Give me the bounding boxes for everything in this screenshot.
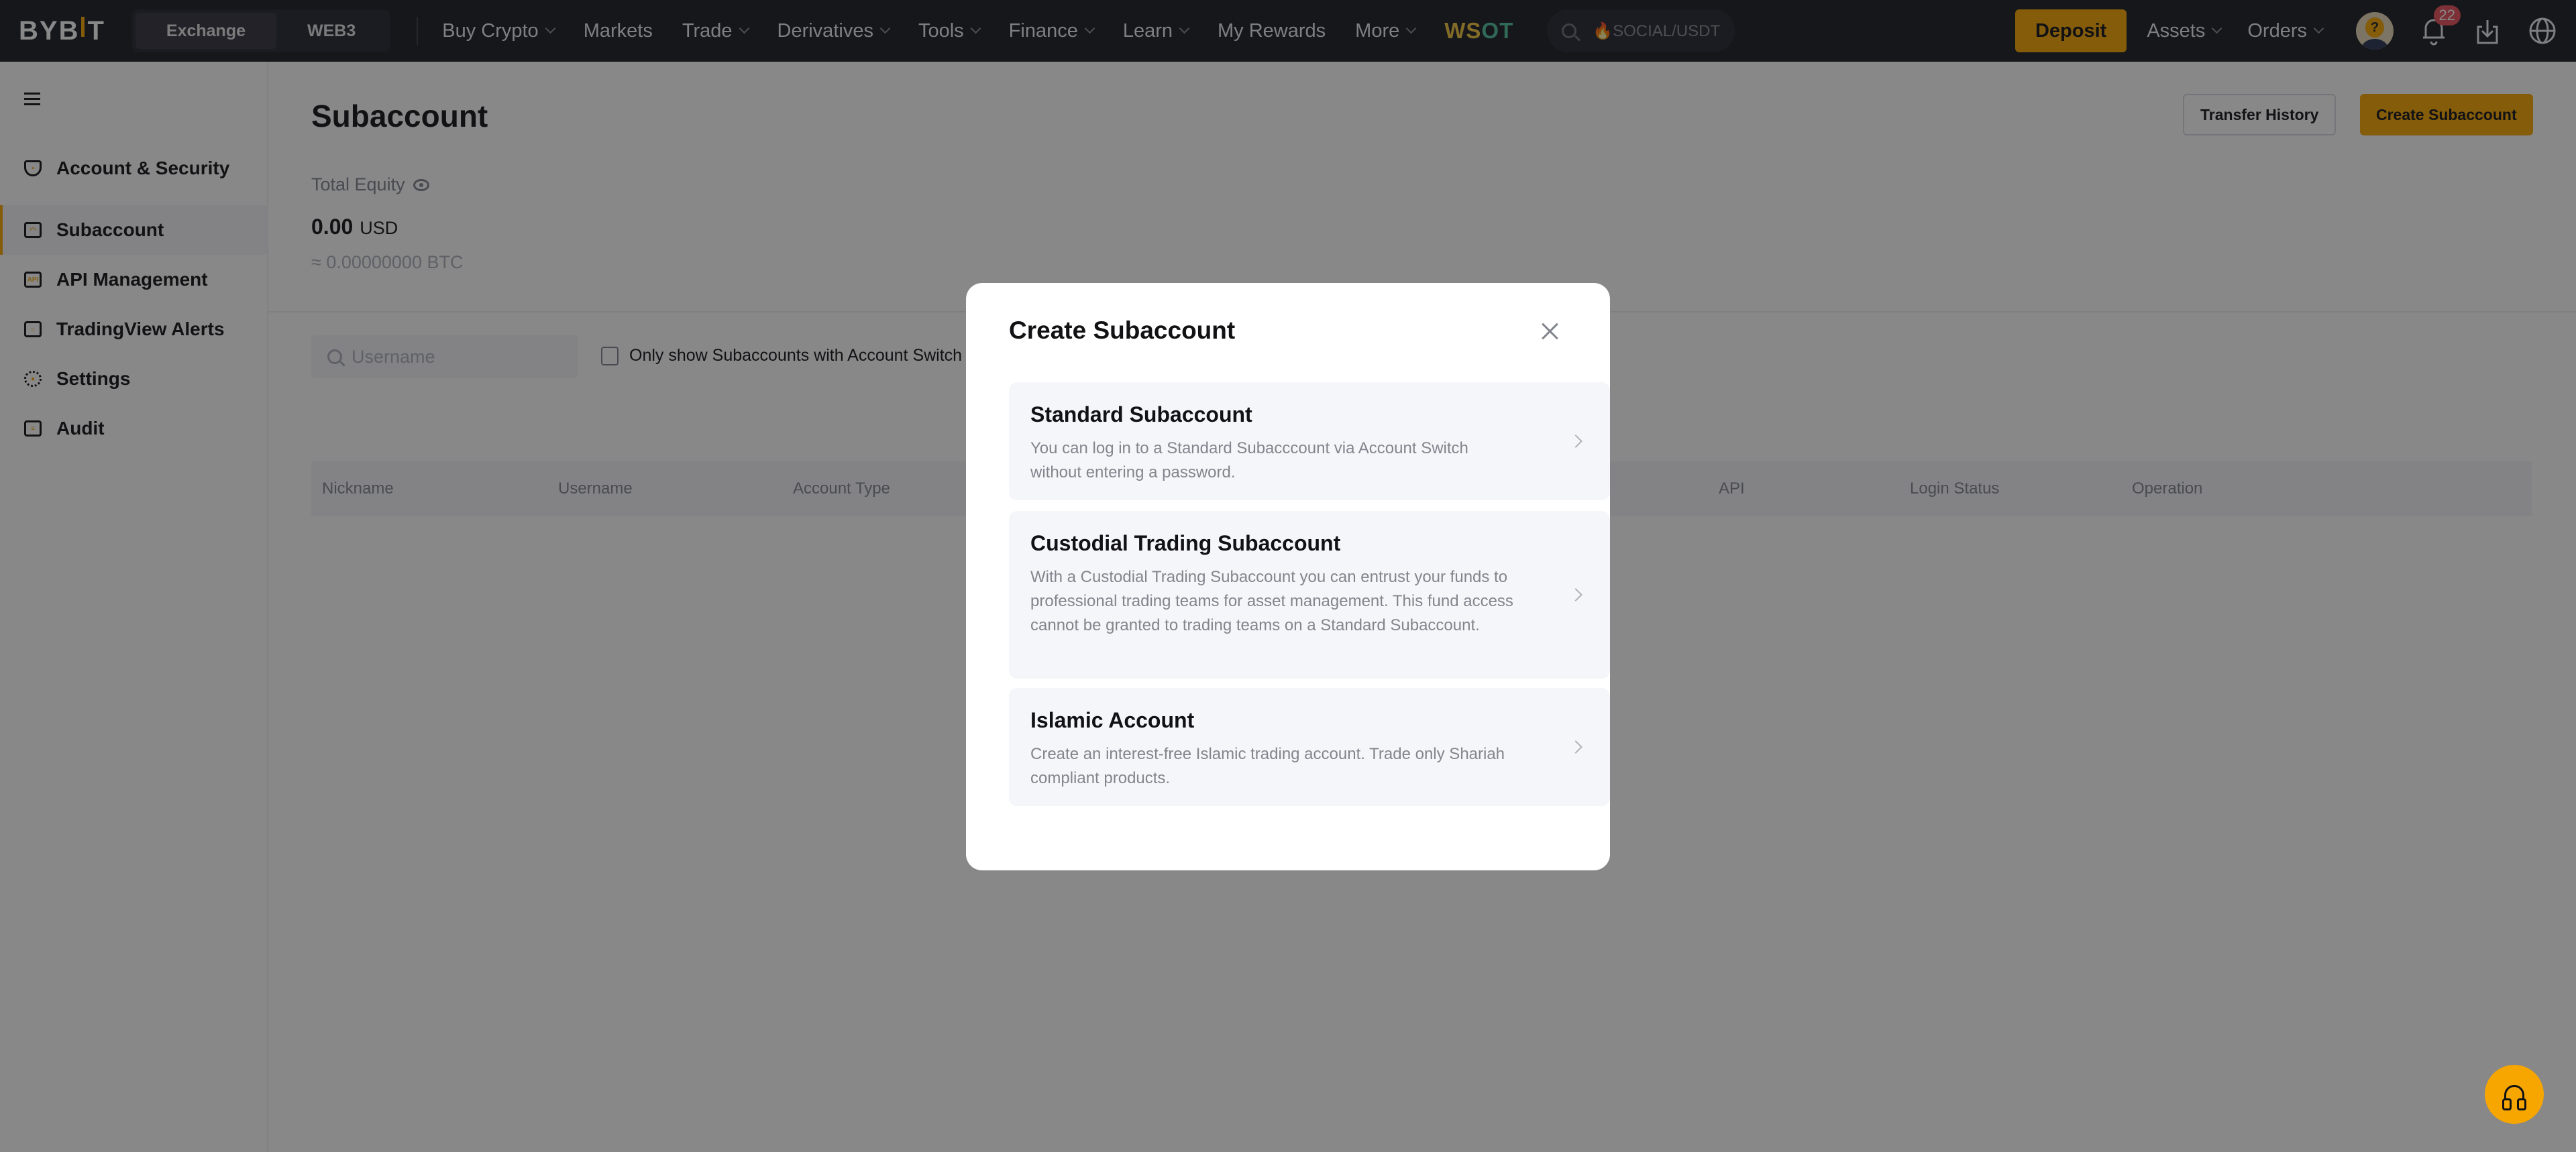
chevron-right-icon	[1569, 435, 1582, 448]
option-description: You can log in to a Standard Subacccount…	[1030, 439, 1468, 481]
customer-support-button[interactable]	[2485, 1065, 2544, 1124]
option-description: Create an interest-free Islamic trading …	[1030, 745, 1505, 787]
create-subaccount-modal: Create Subaccount Standard Subaccount Yo…	[966, 283, 1610, 870]
option-description: With a Custodial Trading Subaccount you …	[1030, 568, 1513, 634]
option-standard-subaccount[interactable]: Standard Subaccount You can log in to a …	[1009, 382, 1610, 500]
option-title: Standard Subaccount	[1030, 402, 1252, 426]
option-title: Islamic Account	[1030, 708, 1195, 732]
option-title: Custodial Trading Subaccount	[1030, 531, 1341, 555]
close-icon[interactable]	[1536, 318, 1563, 345]
modal-title: Create Subaccount	[1009, 316, 1236, 344]
option-custodial-trading-subaccount[interactable]: Custodial Trading Subaccount With a Cust…	[1009, 511, 1610, 679]
headset-icon	[2502, 1085, 2526, 1110]
chevron-right-icon	[1569, 588, 1582, 601]
option-islamic-account[interactable]: Islamic Account Create an interest-free …	[1009, 688, 1610, 806]
chevron-right-icon	[1569, 740, 1582, 754]
